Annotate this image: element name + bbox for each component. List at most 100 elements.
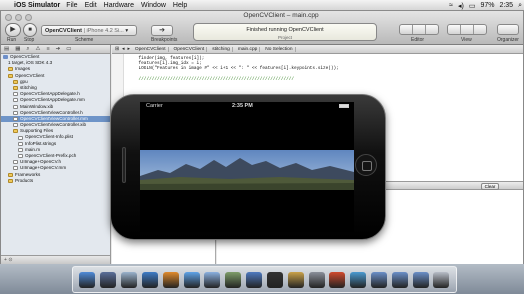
jump-crumb[interactable]: No Selection — [263, 46, 296, 52]
spotlight-icon[interactable]: ⌕ — [518, 2, 522, 10]
menu-hardware[interactable]: Hardware — [104, 2, 134, 9]
finder-icon[interactable] — [79, 271, 96, 288]
stop-button[interactable]: ■ — [23, 23, 37, 37]
run-button[interactable]: ▶ — [5, 23, 21, 37]
chevron-down-icon: ▾ — [125, 28, 129, 34]
jump-crumb[interactable]: stitching — [210, 46, 233, 52]
screen: iOS Simulator File Edit Hardware Window … — [0, 0, 524, 294]
project-icon — [3, 55, 8, 60]
menu-window[interactable]: Window — [141, 2, 166, 9]
organizer-label: Organizer — [497, 37, 519, 43]
jump-crumb[interactable]: OpenCVClient — [172, 46, 208, 52]
close-button[interactable] — [5, 14, 12, 21]
navigator-item[interactable]: Products — [1, 178, 110, 184]
battery-icon — [339, 104, 349, 108]
file-icon — [18, 141, 23, 146]
app-icon[interactable] — [350, 271, 367, 288]
ios-status-bar: Carrier 2:35 PM — [140, 102, 354, 110]
symbol-navigator-icon[interactable]: ▦ — [15, 46, 20, 52]
back-icon[interactable]: ◂ — [122, 47, 124, 52]
filter-icon[interactable]: ⊙ — [8, 257, 12, 263]
dashboard-icon[interactable] — [100, 271, 117, 288]
file-icon — [18, 147, 23, 152]
search-navigator-icon[interactable]: ⌕ — [26, 46, 29, 53]
firefox-icon[interactable] — [162, 271, 179, 288]
file-icon — [13, 160, 18, 165]
folder-icon — [13, 79, 18, 84]
menu-help[interactable]: Help — [173, 2, 187, 9]
trash-icon[interactable] — [433, 271, 450, 288]
toolbar: OpenCVClient – main.cpp ▶ ■ Run Stop Sch… — [1, 11, 523, 45]
folder-icon — [8, 178, 13, 183]
earpiece-speaker — [122, 147, 126, 183]
simulator-screen[interactable]: Carrier 2:35 PM — [140, 102, 354, 232]
minimize-button[interactable] — [15, 14, 22, 21]
editor-label: Editor — [411, 37, 425, 43]
itunes-icon[interactable] — [204, 271, 221, 288]
file-icon — [13, 166, 18, 171]
jump-bar: ⊞ ◂ ▸ OpenCVClient OpenCVClient stitchin… — [112, 45, 523, 54]
scheme-selector[interactable]: OpenCVClient | iPhone 4.2 Si... ▾ — [41, 25, 137, 36]
folder-icon[interactable] — [371, 271, 387, 288]
battery-percent: 97% — [480, 2, 495, 9]
project-navigator: ▤ ▦ ⌕ ⚠ ≡ ➔ ▭ OpenCVClient 1 target, iOS … — [1, 45, 111, 264]
scheme-label: Scheme — [75, 37, 94, 43]
editor-mode-control[interactable] — [399, 24, 439, 35]
run-label: Run — [7, 37, 17, 43]
terminal-icon[interactable] — [266, 271, 283, 288]
desktop-bottom — [0, 264, 524, 294]
battery-icon[interactable]: ▭ — [469, 2, 476, 10]
ichat-icon[interactable] — [183, 271, 200, 288]
debug-navigator-icon[interactable]: ≡ — [46, 46, 49, 52]
folder-icon — [8, 67, 13, 72]
xcode-icon[interactable] — [246, 271, 263, 288]
breakpoints-label: Breakpoints — [151, 37, 178, 43]
scheme-device: iPhone 4.2 Si... — [86, 28, 124, 34]
view-control[interactable] — [447, 24, 487, 35]
organizer-button[interactable] — [497, 24, 519, 35]
wifi-icon[interactable]: ≈ — [449, 2, 453, 9]
file-icon — [13, 92, 18, 97]
menu-app-name[interactable]: iOS Simulator — [14, 2, 60, 9]
iphoto-icon[interactable] — [225, 271, 242, 288]
menu-bar: iOS Simulator File Edit Hardware Window … — [0, 0, 524, 11]
folder-icon[interactable] — [412, 271, 429, 288]
clear-button[interactable]: Clear — [481, 183, 499, 190]
project-navigator-icon[interactable]: ▤ — [4, 46, 9, 52]
carrier-label: Carrier — [146, 103, 163, 109]
panorama-image — [140, 150, 354, 190]
breakpoints-button[interactable]: ➔ — [151, 25, 173, 36]
menu-edit[interactable]: Edit — [85, 2, 97, 9]
forward-icon[interactable]: ▸ — [127, 47, 129, 52]
menu-extras: ≈ ◂) ▭ 97% 2:35 ⌕ — [449, 0, 522, 10]
jump-crumb[interactable]: OpenCVClient — [133, 46, 169, 52]
system-preferences-icon[interactable] — [308, 271, 325, 288]
file-icon — [13, 116, 18, 121]
preview-icon[interactable] — [287, 271, 304, 288]
zoom-button[interactable] — [25, 14, 32, 21]
log-navigator-icon[interactable]: ▭ — [66, 46, 71, 52]
mail-icon[interactable] — [121, 271, 138, 288]
navigator-filter-bar: + ⊙ — [1, 255, 110, 264]
volume-icon[interactable]: ◂) — [458, 2, 464, 10]
related-files-icon[interactable]: ⊞ — [115, 47, 119, 52]
issue-navigator-icon[interactable]: ⚠ — [36, 46, 41, 52]
file-tree: OpenCVClient 1 target, iOS SDK 4.3 Images O… — [1, 54, 110, 184]
file-icon — [18, 135, 23, 140]
play-icon: ▶ — [10, 26, 16, 33]
add-icon[interactable]: + — [4, 257, 7, 263]
app-icon[interactable] — [329, 271, 346, 288]
navigator-item-label: Products — [15, 177, 34, 183]
menu-file[interactable]: File — [66, 2, 77, 9]
folder-icon — [8, 172, 13, 177]
stop-label: Stop — [24, 37, 35, 43]
view-label: View — [461, 37, 472, 43]
menu-clock[interactable]: 2:35 — [499, 2, 513, 9]
folder-icon[interactable] — [391, 271, 408, 288]
breakpoint-navigator-icon[interactable]: ➔ — [56, 46, 61, 52]
scheme-name: OpenCVClient — [45, 28, 82, 34]
ios-simulator-device: Carrier 2:35 PM — [110, 94, 386, 240]
jump-crumb[interactable]: main.cpp — [236, 46, 261, 52]
safari-icon[interactable] — [141, 271, 158, 288]
home-button[interactable] — [355, 154, 377, 176]
